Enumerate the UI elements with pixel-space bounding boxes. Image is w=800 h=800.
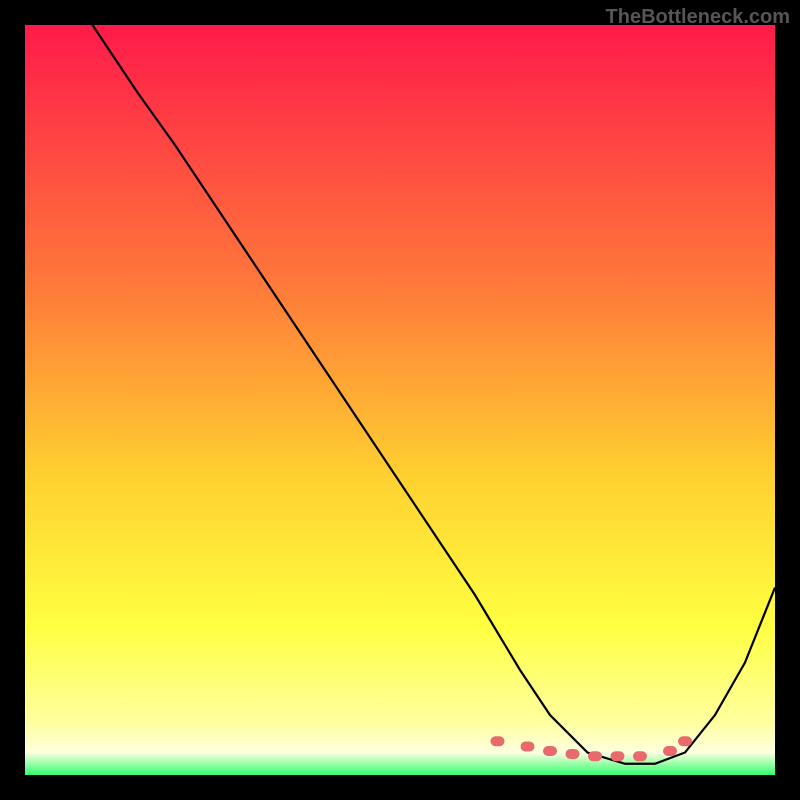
marker-dot <box>491 736 505 746</box>
chart-container: TheBottleneck.com <box>0 0 800 800</box>
marker-dot <box>521 742 535 752</box>
marker-dot <box>611 751 625 761</box>
watermark-text: TheBottleneck.com <box>606 6 790 29</box>
bottleneck-curve <box>93 25 776 764</box>
marker-dot <box>678 736 692 746</box>
marker-dot <box>588 751 602 761</box>
marker-dot <box>663 746 677 756</box>
marker-dot <box>543 746 557 756</box>
markers-group <box>491 736 693 761</box>
marker-dot <box>633 751 647 761</box>
curve-layer <box>25 25 775 775</box>
plot-area <box>25 25 775 775</box>
marker-dot <box>566 749 580 759</box>
